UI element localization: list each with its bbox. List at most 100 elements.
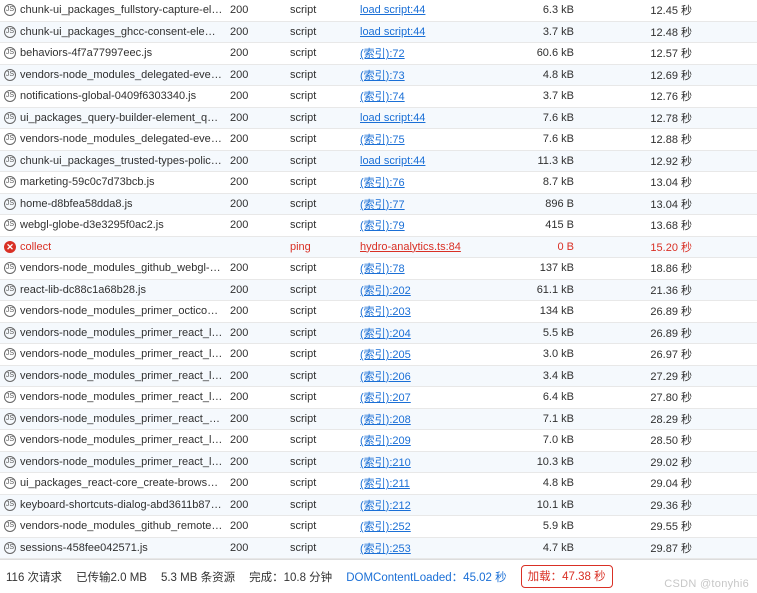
initiator-link[interactable]: (索引):75 bbox=[360, 134, 405, 146]
initiator-link[interactable]: (索引):209 bbox=[360, 435, 411, 447]
cell-initiator[interactable]: (索引):204 bbox=[360, 325, 528, 341]
initiator-link[interactable]: (索引):212 bbox=[360, 500, 411, 512]
table-row[interactable]: JSbehaviors-4f7a77997eec.js200script(索引)… bbox=[0, 43, 757, 65]
cell-initiator[interactable]: (索引):75 bbox=[360, 131, 528, 147]
table-row[interactable]: JSvendors-node_modules_github_webgl-glo…… bbox=[0, 258, 757, 280]
initiator-link[interactable]: (索引):79 bbox=[360, 220, 405, 232]
cell-initiator[interactable]: (索引):252 bbox=[360, 518, 528, 534]
cell-initiator[interactable]: (索引):208 bbox=[360, 411, 528, 427]
cell-initiator[interactable]: (索引):202 bbox=[360, 282, 528, 298]
cell-name[interactable]: JShome-d8bfea58dda8.js bbox=[4, 198, 230, 210]
cell-name[interactable]: JSvendors-node_modules_primer_react_lib-… bbox=[4, 348, 230, 360]
initiator-link[interactable]: load script:44 bbox=[360, 155, 425, 167]
initiator-link[interactable]: (索引):211 bbox=[360, 478, 410, 490]
initiator-link[interactable]: (索引):252 bbox=[360, 521, 411, 533]
table-row[interactable]: JSchunk-ui_packages_ghcc-consent-element… bbox=[0, 22, 757, 44]
table-row[interactable]: JShome-d8bfea58dda8.js200script(索引):7789… bbox=[0, 194, 757, 216]
initiator-link[interactable]: (索引):205 bbox=[360, 349, 411, 361]
table-row[interactable]: JSvendors-node_modules_primer_react_lib-… bbox=[0, 366, 757, 388]
table-row[interactable]: JSui_packages_react-core_create-browser-… bbox=[0, 473, 757, 495]
table-row[interactable]: JSvendors-node_modules_primer_react_lib-… bbox=[0, 387, 757, 409]
cell-name[interactable]: JSvendors-node_modules_primer_react_lib-… bbox=[4, 434, 230, 446]
cell-initiator[interactable]: (索引):79 bbox=[360, 217, 528, 233]
initiator-link[interactable]: (索引):253 bbox=[360, 543, 411, 555]
table-row[interactable]: JSvendors-node_modules_delegated-events…… bbox=[0, 129, 757, 151]
table-row[interactable]: JSui_packages_query-builder-element_quer… bbox=[0, 108, 757, 130]
table-row[interactable]: JSmarketing-59c0c7d73bcb.js200script(索引)… bbox=[0, 172, 757, 194]
cell-initiator[interactable]: load script:44 bbox=[360, 26, 528, 38]
cell-name[interactable]: JSkeyboard-shortcuts-dialog-abd3611b87d… bbox=[4, 499, 230, 511]
cell-name[interactable]: JSvendors-node_modules_github_remote-fo… bbox=[4, 520, 230, 532]
table-row[interactable]: JSvendors-node_modules_primer_react_nod…… bbox=[0, 409, 757, 431]
cell-initiator[interactable]: (索引):205 bbox=[360, 346, 528, 362]
cell-name[interactable]: JSvendors-node_modules_github_webgl-glo… bbox=[4, 262, 230, 274]
cell-name[interactable]: JSvendors-node_modules_primer_react_lib-… bbox=[4, 327, 230, 339]
cell-initiator[interactable]: (索引):212 bbox=[360, 497, 528, 513]
cell-initiator[interactable]: (索引):207 bbox=[360, 389, 528, 405]
cell-initiator[interactable]: (索引):253 bbox=[360, 540, 528, 556]
cell-name[interactable]: JSvendors-node_modules_primer_react_lib-… bbox=[4, 391, 230, 403]
initiator-link[interactable]: (索引):204 bbox=[360, 328, 411, 340]
table-row[interactable]: JSnotifications-global-0409f6303340.js20… bbox=[0, 86, 757, 108]
table-row[interactable]: JSvendors-node_modules_delegated-events…… bbox=[0, 65, 757, 87]
initiator-link[interactable]: (索引):73 bbox=[360, 70, 405, 82]
cell-name[interactable]: JSmarketing-59c0c7d73bcb.js bbox=[4, 176, 230, 188]
initiator-link[interactable]: (索引):203 bbox=[360, 306, 411, 318]
table-row[interactable]: JSreact-lib-dc88c1a68b28.js200script(索引)… bbox=[0, 280, 757, 302]
initiator-link[interactable]: (索引):74 bbox=[360, 91, 405, 103]
cell-initiator[interactable]: (索引):78 bbox=[360, 260, 528, 276]
cell-name[interactable]: JSvendors-node_modules_delegated-events… bbox=[4, 133, 230, 145]
cell-name[interactable]: JSvendors-node_modules_primer_octicons-r… bbox=[4, 305, 230, 317]
cell-name[interactable]: JSreact-lib-dc88c1a68b28.js bbox=[4, 284, 230, 296]
initiator-link[interactable]: (索引):78 bbox=[360, 263, 405, 275]
table-row[interactable]: JSvendors-node_modules_primer_react_lib-… bbox=[0, 430, 757, 452]
table-row[interactable]: JSchunk-ui_packages_trusted-types-polici… bbox=[0, 151, 757, 173]
cell-name[interactable]: JSchunk-ui_packages_fullstory-capture-el… bbox=[4, 4, 230, 16]
cell-name[interactable]: JSchunk-ui_packages_ghcc-consent-element… bbox=[4, 26, 230, 38]
initiator-link[interactable]: (索引):76 bbox=[360, 177, 405, 189]
cell-initiator[interactable]: (索引):209 bbox=[360, 432, 528, 448]
cell-initiator[interactable]: (索引):76 bbox=[360, 174, 528, 190]
cell-name[interactable]: JSnotifications-global-0409f6303340.js bbox=[4, 90, 230, 102]
initiator-link[interactable]: (索引):206 bbox=[360, 371, 411, 383]
cell-name[interactable]: JSsessions-458fee042571.js bbox=[4, 542, 230, 554]
cell-initiator[interactable]: load script:44 bbox=[360, 112, 528, 124]
table-row[interactable]: JSvendors-node_modules_github_remote-fo…… bbox=[0, 516, 757, 538]
initiator-link[interactable]: (索引):207 bbox=[360, 392, 411, 404]
cell-name[interactable]: JSwebgl-globe-d3e3295f0ac2.js bbox=[4, 219, 230, 231]
table-row[interactable]: JSwebgl-globe-d3e3295f0ac2.js200script(索… bbox=[0, 215, 757, 237]
initiator-link[interactable]: load script:44 bbox=[360, 26, 425, 38]
cell-initiator[interactable]: (索引):74 bbox=[360, 88, 528, 104]
initiator-link[interactable]: (索引):210 bbox=[360, 457, 411, 469]
cell-name[interactable]: JSvendors-node_modules_delegated-events… bbox=[4, 69, 230, 81]
cell-name[interactable]: JSui_packages_query-builder-element_quer… bbox=[4, 112, 230, 124]
cell-name[interactable]: JSvendors-node_modules_primer_react_lib-… bbox=[4, 456, 230, 468]
cell-initiator[interactable]: load script:44 bbox=[360, 4, 528, 16]
cell-initiator[interactable]: (索引):211 bbox=[360, 475, 528, 491]
table-row[interactable]: JSsessions-458fee042571.js200script(索引):… bbox=[0, 538, 757, 560]
initiator-link[interactable]: (索引):208 bbox=[360, 414, 411, 426]
cell-initiator[interactable]: (索引):77 bbox=[360, 196, 528, 212]
cell-initiator[interactable]: load script:44 bbox=[360, 155, 528, 167]
table-row[interactable]: ✕collectpinghydro-analytics.ts:840 B15.2… bbox=[0, 237, 757, 259]
initiator-link[interactable]: hydro-analytics.ts:84 bbox=[360, 241, 461, 253]
cell-initiator[interactable]: hydro-analytics.ts:84 bbox=[360, 241, 528, 253]
initiator-link[interactable]: load script:44 bbox=[360, 112, 425, 124]
table-row[interactable]: JSvendors-node_modules_primer_react_lib-… bbox=[0, 452, 757, 474]
cell-initiator[interactable]: (索引):203 bbox=[360, 303, 528, 319]
table-row[interactable]: JSchunk-ui_packages_fullstory-capture-el… bbox=[0, 0, 757, 22]
table-row[interactable]: JSvendors-node_modules_primer_react_lib-… bbox=[0, 323, 757, 345]
table-row[interactable]: JSvendors-node_modules_primer_react_lib-… bbox=[0, 344, 757, 366]
cell-name[interactable]: JSvendors-node_modules_primer_react_lib-… bbox=[4, 370, 230, 382]
cell-name[interactable]: JSbehaviors-4f7a77997eec.js bbox=[4, 47, 230, 59]
cell-initiator[interactable]: (索引):210 bbox=[360, 454, 528, 470]
initiator-link[interactable]: (索引):72 bbox=[360, 48, 405, 60]
cell-initiator[interactable]: (索引):73 bbox=[360, 67, 528, 83]
cell-initiator[interactable]: (索引):206 bbox=[360, 368, 528, 384]
cell-name[interactable]: ✕collect bbox=[4, 241, 230, 253]
initiator-link[interactable]: (索引):202 bbox=[360, 285, 411, 297]
cell-initiator[interactable]: (索引):72 bbox=[360, 45, 528, 61]
initiator-link[interactable]: (索引):77 bbox=[360, 199, 405, 211]
cell-name[interactable]: JSchunk-ui_packages_trusted-types-polici… bbox=[4, 155, 230, 167]
cell-name[interactable]: JSvendors-node_modules_primer_react_nod… bbox=[4, 413, 230, 425]
